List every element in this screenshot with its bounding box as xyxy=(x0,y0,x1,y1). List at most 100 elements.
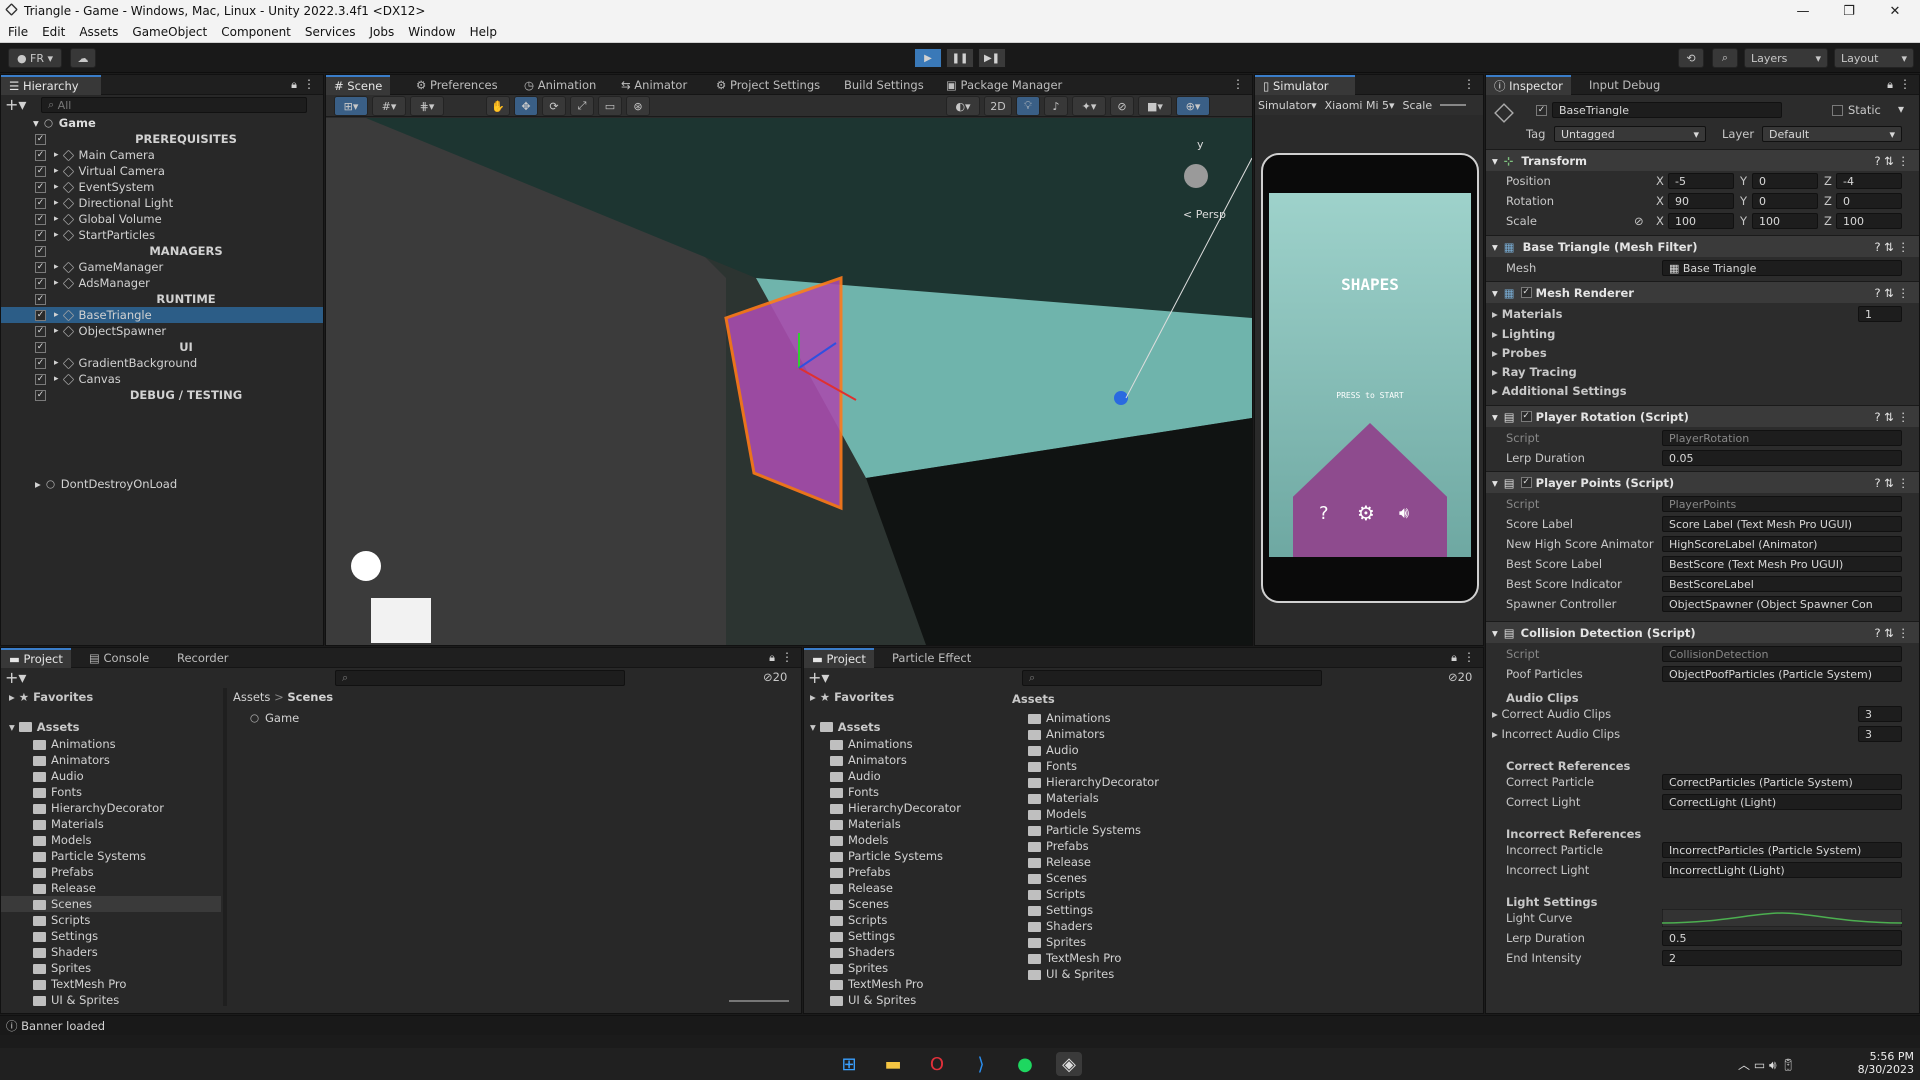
poof-particles-field[interactable]: ObjectPoofParticles (Particle System) xyxy=(1662,666,1902,682)
player-rotation-header[interactable]: ▾ ▤ ✓ Player Rotation (Script) ? ⇅ ⋮ xyxy=(1486,405,1919,427)
visibility-checkbox[interactable]: ✓ xyxy=(35,325,46,337)
windows-start-icon[interactable]: ⊞ xyxy=(836,1052,862,1076)
hierarchy-item[interactable]: ✓ ▸ Canvas xyxy=(1,371,323,387)
search-button[interactable]: ⌕ xyxy=(1712,48,1738,68)
maximize-button[interactable]: ❐ xyxy=(1826,0,1872,22)
tab-animation[interactable]: ◷ Animation xyxy=(516,75,604,95)
scale-slider[interactable] xyxy=(1440,104,1467,106)
menu-jobs[interactable]: Jobs xyxy=(370,25,395,39)
folder-tree-item[interactable]: TextMesh Pro xyxy=(804,976,1004,992)
more-icon[interactable]: ⋮ xyxy=(1463,77,1475,91)
folder-tree-item[interactable]: Release xyxy=(804,880,1004,896)
minimize-button[interactable]: — xyxy=(1780,0,1826,22)
folder-tree-item[interactable]: Particle Systems xyxy=(804,848,1004,864)
visibility-button[interactable]: ⊘ xyxy=(1110,96,1134,116)
correct-particle-field[interactable]: CorrectParticles (Particle System) xyxy=(1662,774,1902,790)
tab-input-debug[interactable]: Input Debug xyxy=(1581,75,1668,95)
folder-tree-item[interactable]: Shaders xyxy=(804,944,1004,960)
visibility-checkbox[interactable]: ✓ xyxy=(35,309,46,321)
asset-folder-item[interactable]: Release xyxy=(1012,854,1091,870)
tab-package-manager[interactable]: ▣ Package Manager xyxy=(938,75,1070,95)
folder-tree-item[interactable]: Scenes xyxy=(804,896,1004,912)
folder-tree-item[interactable]: Particle Systems xyxy=(1,848,221,864)
chevron-down-icon[interactable]: ▾ xyxy=(1898,102,1904,116)
menu-file[interactable]: File xyxy=(8,25,28,39)
correct-audio-foldout[interactable]: ▸ Correct Audio Clips xyxy=(1492,707,1611,721)
component-menu-icon[interactable]: ? ⇅ ⋮ xyxy=(1874,286,1909,300)
tab-simulator[interactable]: ▯ Simulator xyxy=(1255,75,1355,95)
add-icon[interactable]: +▾ xyxy=(808,670,829,686)
transform-tool-button[interactable]: ⊛ xyxy=(626,96,650,116)
folder-tree-item[interactable]: HierarchyDecorator xyxy=(804,800,1004,816)
hierarchy-search-input[interactable]: ⌕ All xyxy=(41,97,307,113)
tree-scrollbar[interactable] xyxy=(223,688,227,1006)
tab-project-2[interactable]: ▬ Project xyxy=(804,648,874,668)
position-z-input[interactable]: -4 xyxy=(1836,173,1902,189)
scale-z-input[interactable]: 100 xyxy=(1836,213,1902,229)
favorites-foldout[interactable]: ▸ ★ Favorites xyxy=(9,690,93,704)
component-menu-icon[interactable]: ? ⇅ ⋮ xyxy=(1874,410,1909,424)
folder-tree-item[interactable]: Animations xyxy=(804,736,1004,752)
lock-icon[interactable]: 🔒︎ xyxy=(769,651,775,665)
materials-foldout[interactable]: ▸ Materials xyxy=(1492,307,1562,321)
folder-tree-item[interactable]: Shaders xyxy=(1,944,221,960)
folder-tree-item[interactable]: Release xyxy=(1,880,221,896)
scene-viewport[interactable]: y < Persp xyxy=(326,118,1252,645)
tab-project-settings[interactable]: ⚙ Project Settings xyxy=(708,75,828,95)
asset-folder-item[interactable]: Models xyxy=(1012,806,1087,822)
folder-tree-item[interactable]: Animators xyxy=(1,752,221,768)
position-y-input[interactable]: 0 xyxy=(1752,173,1818,189)
step-button[interactable]: ▶❚ xyxy=(978,48,1006,68)
help-icon[interactable]: ? xyxy=(1319,503,1329,524)
asset-folder-item[interactable]: Animators xyxy=(1012,726,1105,742)
hierarchy-header[interactable]: ✓ MANAGERS xyxy=(1,243,323,259)
asset-folder-item[interactable]: Fonts xyxy=(1012,758,1077,774)
folder-tree-item[interactable]: Settings xyxy=(1,928,221,944)
component-menu-icon[interactable]: ? ⇅ ⋮ xyxy=(1874,476,1909,490)
player-points-field-value[interactable]: BestScore (Text Mesh Pro UGUI) xyxy=(1662,556,1902,572)
tab-build-settings[interactable]: Build Settings xyxy=(836,75,932,95)
folder-tree-item[interactable]: Animations xyxy=(1,736,221,752)
hierarchy-item[interactable]: ✓ ▸ GameManager xyxy=(1,259,323,275)
player-points-field-value[interactable]: BestScoreLabel xyxy=(1662,576,1902,592)
folder-tree-item[interactable]: Fonts xyxy=(1,784,221,800)
increment-snap-button[interactable]: ⋕▾ xyxy=(410,96,444,116)
close-button[interactable]: ✕ xyxy=(1872,0,1918,22)
probes-foldout[interactable]: ▸ Probes xyxy=(1492,346,1547,360)
asset-folder-item[interactable]: Animations xyxy=(1012,710,1111,726)
visibility-checkbox[interactable]: ✓ xyxy=(35,373,46,385)
asset-folder-item[interactable]: Audio xyxy=(1012,742,1079,758)
asset-folder-item[interactable]: HierarchyDecorator xyxy=(1012,774,1159,790)
hierarchy-item[interactable]: ✓ ▸ StartParticles xyxy=(1,227,323,243)
scene-asset-game[interactable]: Game xyxy=(248,710,299,726)
cloud-button[interactable]: ☁ xyxy=(70,48,96,68)
materials-count-field[interactable]: 1 xyxy=(1858,306,1902,322)
audio-toggle-button[interactable]: ♪ xyxy=(1044,96,1068,116)
visibility-checkbox[interactable]: ✓ xyxy=(35,357,46,369)
shading-mode-button[interactable]: ◐▾ xyxy=(946,96,980,116)
lock-icon[interactable]: 🔒︎ xyxy=(1451,651,1457,665)
spotify-icon[interactable]: ● xyxy=(1012,1052,1038,1076)
ray-tracing-foldout[interactable]: ▸ Ray Tracing xyxy=(1492,365,1577,379)
folder-tree-item[interactable]: UI & Sprites xyxy=(1,992,221,1008)
tab-inspector[interactable]: ⓘ Inspector xyxy=(1486,75,1571,95)
asset-folder-item[interactable]: Scenes xyxy=(1012,870,1087,886)
hierarchy-item[interactable]: ✓ ▸ Directional Light xyxy=(1,195,323,211)
visibility-checkbox[interactable]: ✓ xyxy=(35,165,46,177)
vscode-icon[interactable]: ⟩ xyxy=(968,1052,994,1076)
layout-dropdown[interactable]: Layout ▾ xyxy=(1834,48,1914,68)
menu-edit[interactable]: Edit xyxy=(42,25,65,39)
more-icon[interactable]: ⋮ xyxy=(303,77,315,91)
menu-component[interactable]: Component xyxy=(221,25,291,39)
asset-folder-item[interactable]: Prefabs xyxy=(1012,838,1089,854)
tab-preferences[interactable]: ⚙ Preferences xyxy=(408,75,506,95)
more-icon[interactable]: ⋮ xyxy=(1463,650,1475,664)
folder-tree-item[interactable]: Prefabs xyxy=(1,864,221,880)
lock-icon[interactable]: 🔒︎ xyxy=(1887,78,1893,92)
folder-tree-item[interactable]: Sprites xyxy=(1,960,221,976)
folder-tree-item[interactable]: Audio xyxy=(804,768,1004,784)
more-icon[interactable]: ⋮ xyxy=(1232,77,1244,91)
assets-foldout[interactable]: ▾ Assets xyxy=(9,720,80,734)
lighting-foldout[interactable]: ▸ Lighting xyxy=(1492,327,1555,341)
player-points-checkbox[interactable]: ✓ xyxy=(1520,477,1532,488)
